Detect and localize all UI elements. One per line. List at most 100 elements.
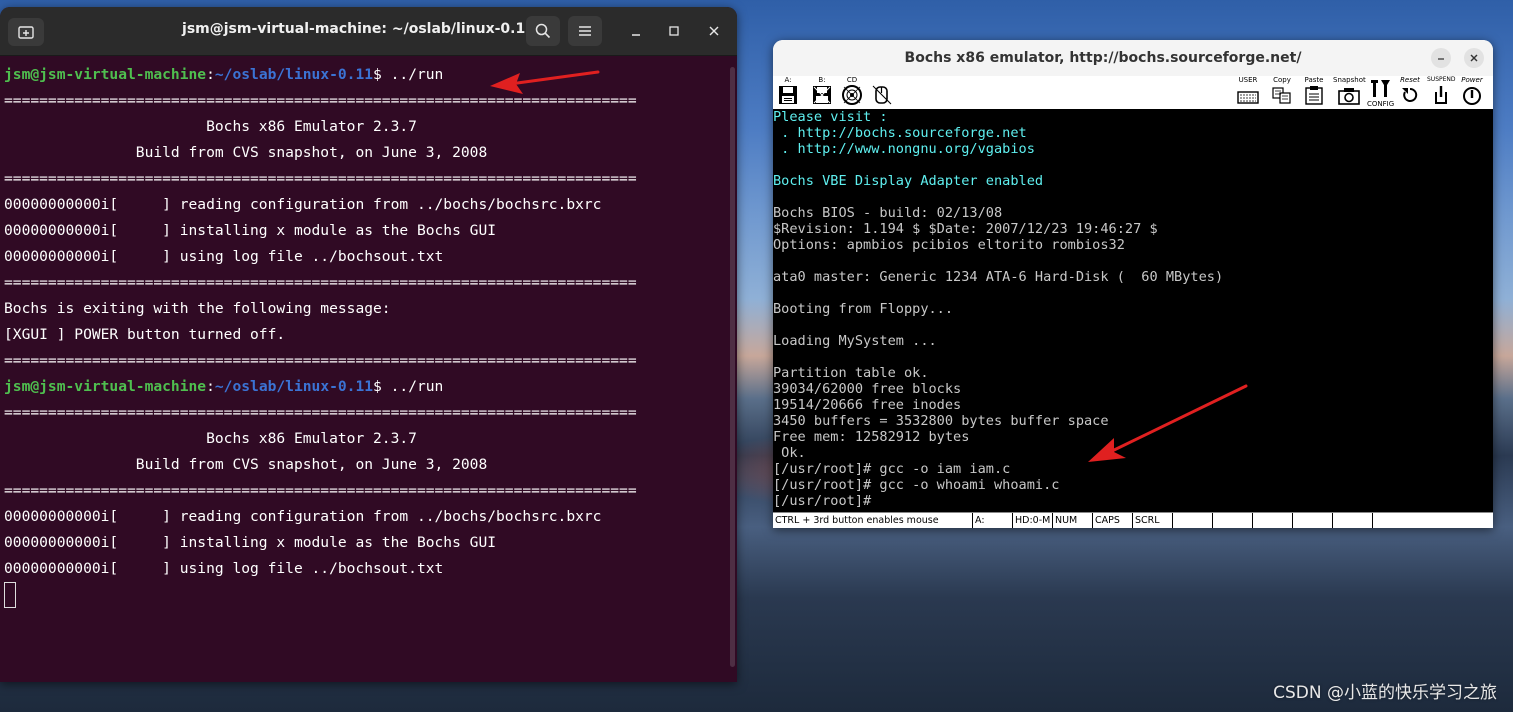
bochs-title: Bochs x86 emulator, http://bochs.sourcef…: [904, 50, 1302, 66]
terminal-minimize-button[interactable]: [626, 21, 646, 41]
status-scrl: SCRL: [1133, 513, 1173, 528]
bochs-screen-line: Loading MySystem ...: [773, 333, 937, 349]
terminal-output-line: 00000000000i[ ] reading configuration fr…: [4, 508, 602, 525]
bochs-screen-line: Booting from Floppy...: [773, 301, 954, 317]
prompt-command: $ ../run: [373, 378, 444, 395]
bochs-screen-line: $Revision: 1.194 $ $Date: 2007/12/23 19:…: [773, 221, 1158, 237]
prompt-user: jsm@jsm-virtual-machine: [4, 66, 207, 83]
bochs-screen-line: Please visit :: [773, 109, 888, 125]
bochs-screen-line: Ok.: [773, 445, 806, 461]
terminal-scrollbar[interactable]: [730, 67, 735, 667]
copy-button[interactable]: Copy: [1271, 76, 1293, 109]
close-icon: [1470, 54, 1478, 62]
bochs-screen-line: ata0 master: Generic 1234 ATA-6 Hard-Dis…: [773, 269, 1224, 285]
suspend-icon: [1435, 86, 1448, 104]
terminal-menu-button[interactable]: [568, 16, 602, 46]
bochs-vga-screen[interactable]: Please visit : . http://bochs.sourceforg…: [773, 109, 1493, 512]
config-button[interactable]: CONFIG: [1367, 76, 1394, 109]
prompt-command: $ ../run: [373, 66, 444, 83]
bochs-screen-line: Options: apmbios pcibios eltorito rombio…: [773, 237, 1125, 253]
prompt-separator: :: [206, 66, 215, 83]
terminal-output-line: Bochs x86 Emulator 2.3.7: [4, 118, 417, 135]
minimize-icon: [632, 34, 640, 36]
bochs-screen-line: 3450 buffers = 3532800 bytes buffer spac…: [773, 413, 1109, 429]
toolbar-label: SUSPEND: [1427, 76, 1456, 83]
terminal-output-line: Build from CVS snapshot, on June 3, 2008: [4, 144, 488, 161]
terminal-output-line: 00000000000i[ ] using log file ../bochso…: [4, 248, 444, 265]
terminal-prompt-line: jsm@jsm-virtual-machine:~/oslab/linux-0.…: [4, 374, 727, 400]
text-cursor: [4, 582, 16, 608]
power-button[interactable]: Power: [1461, 76, 1483, 109]
terminal-output-line: Build from CVS snapshot, on June 3, 2008: [4, 456, 488, 473]
terminal-cursor-line: [4, 582, 727, 608]
status-mouse-hint: CTRL + 3rd button enables mouse: [773, 513, 973, 528]
cdrom-button[interactable]: CD: [841, 76, 863, 109]
status-empty: [1293, 513, 1333, 528]
close-icon: [709, 26, 719, 36]
bochs-screen-line: [/usr/root]# gcc -o iam iam.c: [773, 461, 1011, 477]
maximize-icon: [669, 26, 679, 36]
terminal-output-line: ========================================…: [4, 352, 637, 369]
terminal-output-line: ========================================…: [4, 170, 637, 187]
hamburger-menu-icon: [579, 26, 591, 36]
floppy-a-button[interactable]: A:: [777, 76, 799, 109]
terminal-output[interactable]: jsm@jsm-virtual-machine:~/oslab/linux-0.…: [4, 62, 727, 608]
toolbar-label: Power: [1461, 76, 1483, 84]
prompt-separator: :: [206, 378, 215, 395]
bochs-titlebar: Bochs x86 emulator, http://bochs.sourcef…: [773, 40, 1493, 77]
bochs-statusbar: CTRL + 3rd button enables mouse A: HD:0-…: [773, 512, 1493, 528]
floppy-b-button[interactable]: B:: [811, 76, 833, 109]
terminal-titlebar: jsm@jsm-virtual-machine: ~/oslab/linux-0…: [0, 7, 737, 56]
terminal-output-line: ========================================…: [4, 404, 637, 421]
toolbar-label: CD: [846, 76, 858, 84]
terminal-output-line: Bochs is exiting with the following mess…: [4, 300, 391, 317]
toolbar-label: Reset: [1400, 76, 1420, 84]
bochs-screen-line: 39034/62000 free blocks: [773, 381, 962, 397]
bochs-screen-line: 19514/20666 free inodes: [773, 397, 962, 413]
reset-button[interactable]: Reset: [1399, 76, 1421, 109]
status-num: NUM: [1053, 513, 1093, 528]
floppy-a-icon: [779, 86, 797, 104]
bochs-minimize-button[interactable]: [1431, 48, 1451, 68]
bochs-window: Bochs x86 emulator, http://bochs.sourcef…: [773, 40, 1493, 528]
prompt-path: ~/oslab/linux-0.11: [214, 66, 374, 83]
terminal-close-button[interactable]: [704, 21, 724, 41]
paste-button[interactable]: Paste: [1303, 76, 1325, 109]
keyboard-icon: [1237, 91, 1259, 104]
floppy-b-icon: [813, 86, 831, 104]
bochs-screen-line: Bochs BIOS - build: 02/13/08: [773, 205, 1003, 221]
status-floppy-a: A:: [973, 513, 1013, 528]
minimize-icon: [1438, 58, 1444, 60]
paste-icon: [1305, 86, 1323, 105]
user-button[interactable]: USER: [1237, 76, 1259, 109]
suspend-button[interactable]: SUSPEND: [1427, 76, 1456, 109]
toolbar-label: Copy: [1273, 76, 1291, 84]
status-empty: [1213, 513, 1253, 528]
toolbar-label: A:: [784, 76, 792, 84]
status-empty: [1253, 513, 1293, 528]
terminal-output-line: ========================================…: [4, 482, 637, 499]
bochs-toolbar: A: B: CD USER Copy Paste Snapshot CONFIG…: [773, 76, 1493, 109]
mouse-toggle-button[interactable]: [871, 76, 893, 109]
status-empty: [1173, 513, 1213, 528]
terminal-search-button[interactable]: [526, 16, 560, 46]
power-icon: [1463, 87, 1481, 105]
terminal-output-line: ========================================…: [4, 92, 637, 109]
terminal-output-line: 00000000000i[ ] using log file ../bochso…: [4, 560, 444, 577]
mouse-icon: [872, 85, 892, 105]
terminal-output-line: 00000000000i[ ] installing x module as t…: [4, 534, 497, 551]
prompt-user: jsm@jsm-virtual-machine: [4, 378, 207, 395]
bochs-screen-line: [/usr/root]# gcc -o whoami whoami.c: [773, 477, 1060, 493]
toolbar-label: USER: [1238, 76, 1258, 84]
prompt-path: ~/oslab/linux-0.11: [214, 378, 374, 395]
search-icon: [535, 23, 551, 39]
status-caps: CAPS: [1093, 513, 1133, 528]
toolbar-label: Paste: [1304, 76, 1324, 84]
toolbar-label: B:: [818, 76, 826, 84]
snapshot-button[interactable]: Snapshot: [1333, 76, 1366, 109]
terminal-prompt-line: jsm@jsm-virtual-machine:~/oslab/linux-0.…: [4, 62, 727, 88]
terminal-maximize-button[interactable]: [664, 21, 684, 41]
bochs-close-button[interactable]: [1464, 48, 1484, 68]
bochs-screen-line: . http://bochs.sourceforge.net: [773, 125, 1027, 141]
bochs-screen-line: [/usr/root]#: [773, 493, 872, 509]
